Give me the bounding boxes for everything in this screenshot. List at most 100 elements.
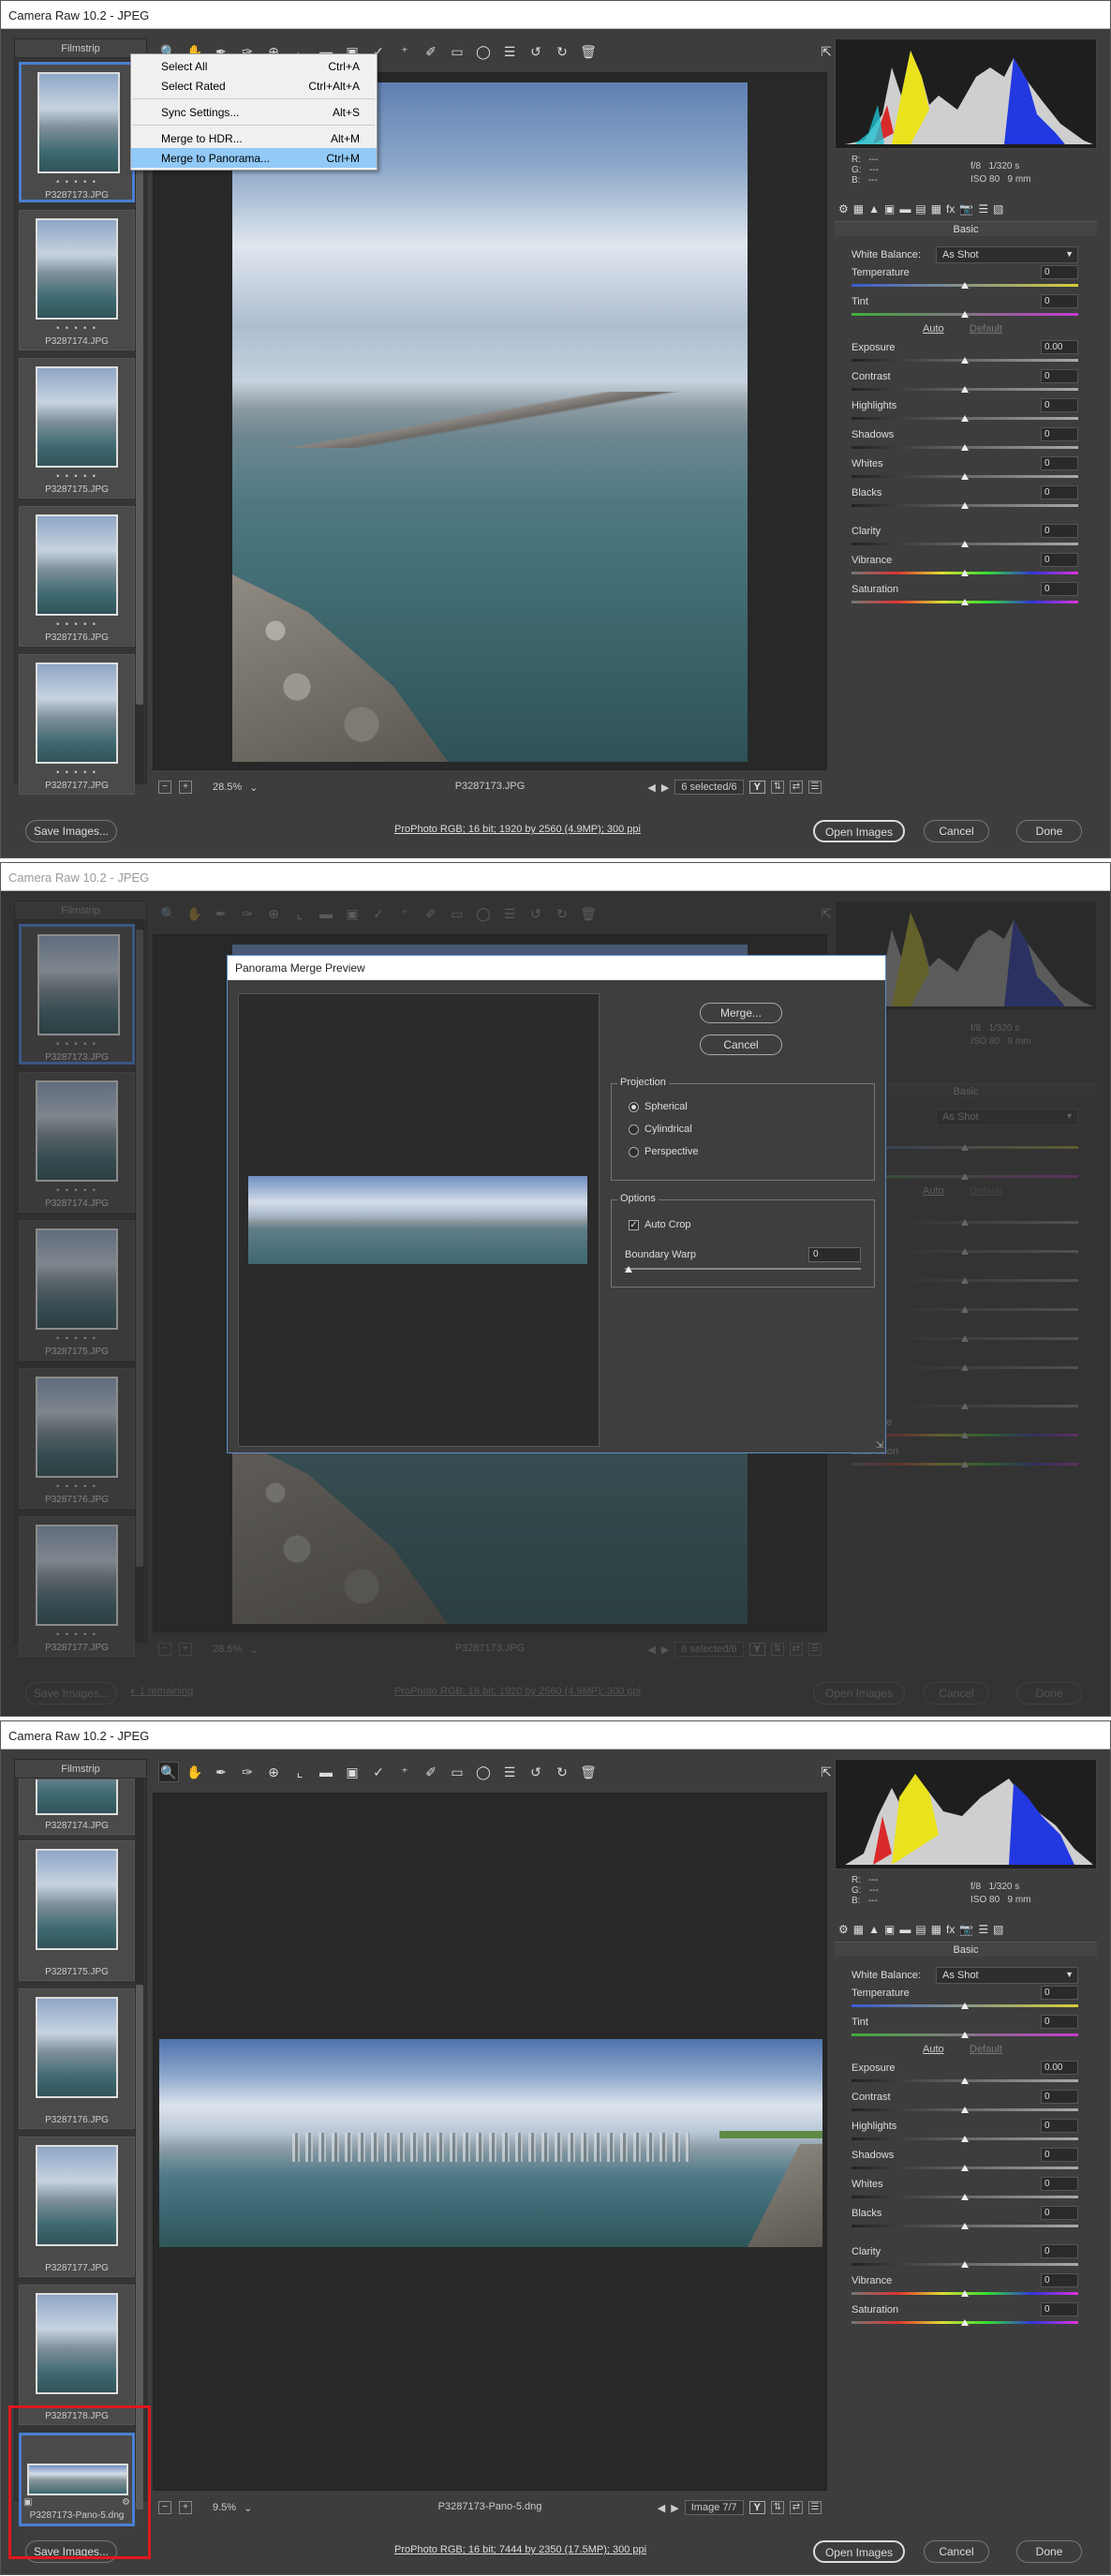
rotate-cw-icon[interactable]: ↻	[552, 41, 572, 62]
slider-blacks[interactable]: Blacks 0	[852, 2206, 1086, 2235]
slider-value[interactable]: 0	[1041, 2244, 1078, 2258]
slider-value[interactable]: 0	[1041, 2302, 1078, 2316]
effects-tab-icon[interactable]: fx	[946, 202, 955, 216]
slider-value[interactable]: 0.00	[1041, 2061, 1078, 2075]
slider-whites[interactable]: Whites 0	[852, 2177, 1086, 2206]
slider-knob[interactable]	[961, 2077, 969, 2084]
slider-knob[interactable]	[961, 570, 969, 576]
slider-knob[interactable]	[961, 2319, 969, 2326]
slider-knob[interactable]	[961, 357, 969, 364]
filmstrip-header[interactable]: Filmstrip	[15, 1760, 146, 1779]
slider-knob[interactable]	[961, 502, 969, 509]
slider-knob[interactable]	[961, 473, 969, 480]
slider-knob[interactable]	[961, 2194, 969, 2200]
radio-cylindrical[interactable]: Cylindrical	[629, 1124, 692, 1135]
split-toning-tab-icon[interactable]: ▬	[899, 1923, 911, 1936]
detail-tab-icon[interactable]: ▲	[868, 1923, 880, 1936]
copy-icon[interactable]: ⇄	[790, 781, 803, 794]
film-item[interactable]: • • • • • P3287176.JPG	[19, 506, 135, 647]
slider-knob[interactable]	[961, 282, 969, 289]
before-after-button[interactable]: Y	[748, 781, 765, 794]
slider-saturation[interactable]: Saturation 0	[852, 582, 1086, 611]
swap-icon[interactable]: ⇅	[771, 2501, 784, 2514]
slider-value[interactable]: 0	[1041, 2273, 1078, 2287]
presets-tab-icon[interactable]: ☰	[978, 202, 988, 216]
slider-highlights[interactable]: Highlights 0	[852, 398, 1086, 427]
auto-link[interactable]: Auto	[923, 323, 944, 335]
auto-crop-row[interactable]: ✓ Auto Crop	[629, 1219, 691, 1230]
merge-button[interactable]: Merge...	[700, 1003, 782, 1023]
slider-knob[interactable]	[961, 2261, 969, 2268]
slider-whites[interactable]: Whites 0	[852, 456, 1086, 485]
slider-clarity[interactable]: Clarity 0	[852, 524, 1086, 553]
slider-knob[interactable]	[961, 2290, 969, 2297]
spot-removal-icon[interactable]: ✓	[368, 1762, 389, 1782]
adjustment-brush-icon[interactable]: ✐	[421, 41, 441, 62]
slider-contrast[interactable]: Contrast 0	[852, 2090, 1086, 2119]
red-eye-icon[interactable]: ⁺	[394, 1762, 415, 1782]
film-item[interactable]: • • • • • P3287174.JPG	[19, 210, 135, 350]
slider-knob[interactable]	[961, 415, 969, 422]
slider-knob[interactable]	[961, 444, 969, 451]
rotate-cw-icon[interactable]: ↻	[552, 1762, 572, 1782]
fullscreen-icon[interactable]: ⇱	[816, 1762, 837, 1782]
default-link[interactable]: Default	[970, 2044, 1002, 2055]
prev-arrow-icon[interactable]: ◀	[658, 2502, 665, 2514]
slider-knob[interactable]	[961, 2107, 969, 2113]
slider-value[interactable]: 0	[1041, 2119, 1078, 2133]
slider-tint[interactable]: Tint 0	[852, 294, 1086, 323]
workflow-options-link[interactable]: ProPhoto RGB; 16 bit; 7444 by 2350 (17.5…	[394, 2544, 646, 2555]
radio-button[interactable]	[629, 1101, 639, 1112]
slider-knob[interactable]	[961, 599, 969, 605]
slider-value[interactable]: 0	[1041, 2177, 1078, 2191]
settings-menu-icon[interactable]: ☰	[808, 2501, 822, 2514]
detail-tab-icon[interactable]: ▲	[868, 202, 880, 216]
hsl-tab-icon[interactable]: ▣	[884, 202, 895, 216]
slider-value[interactable]: 0	[1041, 369, 1078, 383]
auto-crop-checkbox[interactable]: ✓	[629, 1219, 639, 1230]
slider-highlights[interactable]: Highlights 0	[852, 2119, 1086, 2148]
slider-value[interactable]: 0	[1041, 427, 1078, 441]
split-toning-tab-icon[interactable]: ▬	[899, 202, 911, 216]
film-item[interactable]: P3287176.JPG	[19, 1988, 135, 2129]
slider-value[interactable]: 0	[1041, 456, 1078, 470]
slider-value[interactable]: 0.00	[1041, 340, 1078, 354]
menu-item-select-all[interactable]: Select All Ctrl+A	[131, 56, 377, 76]
targeted-adjust-icon[interactable]: ⊕	[263, 1762, 284, 1782]
slider-value[interactable]: 0	[1041, 1986, 1078, 2000]
preferences-icon[interactable]: ☰	[499, 41, 520, 62]
menu-item-select-rated[interactable]: Select Rated Ctrl+Alt+A	[131, 76, 377, 96]
film-item[interactable]: • • • • • P3287173.JPG	[19, 62, 135, 202]
slider-shadows[interactable]: Shadows 0	[852, 427, 1086, 456]
straighten-icon[interactable]: ▬	[316, 1762, 336, 1782]
slider-knob[interactable]	[961, 2165, 969, 2171]
slider-knob[interactable]	[961, 2003, 969, 2009]
resize-grip-icon[interactable]: ⇲	[876, 1440, 883, 1451]
transform-icon[interactable]: ▣	[342, 1762, 363, 1782]
slider-knob[interactable]	[625, 1266, 632, 1273]
menu-item-merge-panorama[interactable]: Merge to Panorama... Ctrl+M	[131, 148, 377, 168]
crop-icon[interactable]: ⌞	[289, 1762, 310, 1782]
film-item[interactable]: P3287177.JPG	[19, 2137, 135, 2277]
film-item[interactable]: P3287178.JPG	[19, 2285, 135, 2425]
slider-exposure[interactable]: Exposure 0.00	[852, 340, 1086, 369]
slider-knob[interactable]	[961, 2223, 969, 2229]
default-link[interactable]: Default	[970, 323, 1002, 335]
slider-temperature[interactable]: Temperature 0	[852, 1986, 1086, 2015]
slider-value[interactable]: 0	[1041, 553, 1078, 567]
white-balance-select[interactable]: As Shot ▼	[936, 246, 1078, 263]
slider-vibrance[interactable]: Vibrance 0	[852, 553, 1086, 582]
slider-value[interactable]: 0	[1041, 485, 1078, 499]
radio-perspective[interactable]: Perspective	[629, 1146, 698, 1157]
slider-vibrance[interactable]: Vibrance 0	[852, 2273, 1086, 2302]
presets-tab-icon[interactable]: ☰	[978, 1923, 988, 1936]
red-eye-icon[interactable]: ⁺	[394, 41, 415, 62]
next-arrow-icon[interactable]: ▶	[671, 2502, 678, 2514]
prev-arrow-icon[interactable]: ◀	[647, 782, 655, 794]
snapshots-tab-icon[interactable]: ▧	[993, 1923, 1003, 1936]
basic-tab-icon[interactable]: ⚙	[838, 202, 849, 216]
camera-calibration-tab-icon[interactable]: 📷	[959, 202, 973, 216]
transform-tab-icon[interactable]: ▦	[931, 202, 941, 216]
slider-knob[interactable]	[961, 2032, 969, 2038]
auto-link[interactable]: Auto	[923, 2044, 944, 2055]
